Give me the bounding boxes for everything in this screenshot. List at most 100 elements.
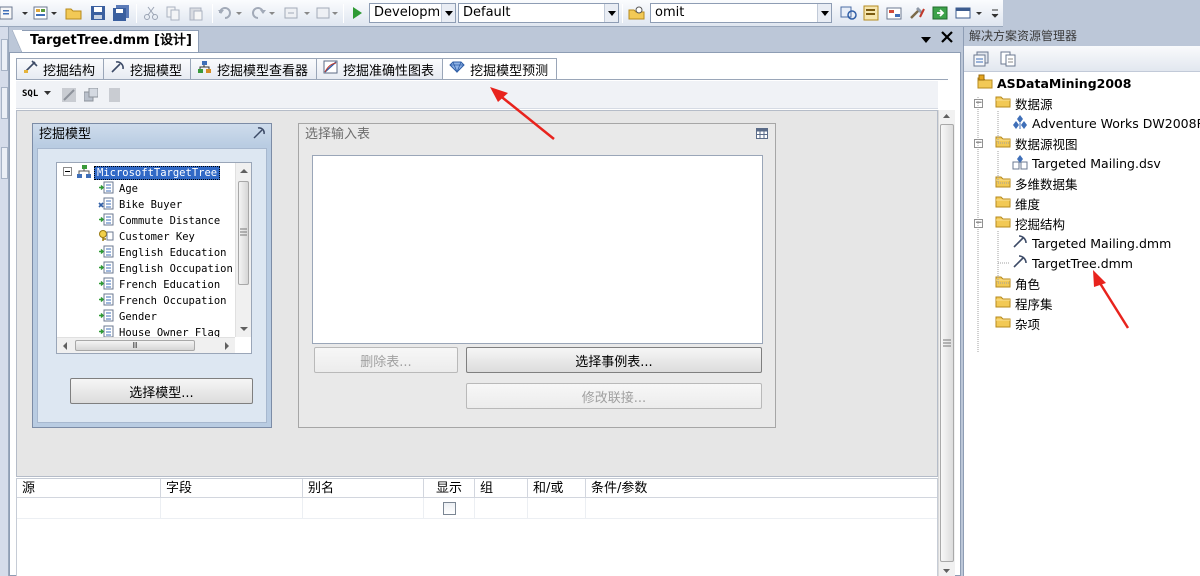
undo-icon[interactable] — [217, 4, 245, 22]
column-header-criteria[interactable]: 条件/参数 — [586, 479, 930, 498]
designer-scroll-thumb[interactable] — [940, 124, 954, 562]
tab-mining-structure[interactable]: 挖掘结构 — [16, 58, 104, 80]
save-icon[interactable] — [88, 4, 108, 22]
select-model-button[interactable]: 选择模型... — [70, 378, 253, 404]
column-header-and-or[interactable]: 和/或 — [528, 479, 586, 498]
modify-join-button[interactable]: 修改联接... — [466, 383, 762, 409]
tree-horizontal-scrollbar[interactable]: Ⅲ — [57, 337, 235, 353]
command-window-icon[interactable] — [955, 4, 985, 22]
list-item[interactable]: Commute Distance — [98, 213, 220, 229]
grid-cell-and-or[interactable] — [528, 498, 586, 519]
start-page-icon[interactable] — [931, 4, 951, 22]
solution-platform-combo[interactable]: Default — [458, 3, 619, 23]
copy-icon[interactable] — [164, 4, 182, 22]
column-header-source[interactable]: 源 — [17, 479, 161, 498]
grid-cell-show[interactable] — [424, 498, 475, 519]
save-all-icon[interactable] — [111, 4, 131, 22]
tab-mining-model-viewer[interactable]: 挖掘模型查看器 — [190, 58, 317, 80]
grid-cell-source[interactable] — [17, 498, 161, 519]
tree-vertical-scrollbar[interactable] — [235, 163, 251, 337]
scroll-right-icon[interactable] — [219, 338, 235, 354]
list-item[interactable]: Targeted Mailing.dmm — [1012, 233, 1171, 253]
grid-cell-alias[interactable] — [303, 498, 424, 519]
list-item[interactable]: Customer Key — [98, 229, 195, 245]
sql-view-switch[interactable]: SQL — [22, 89, 51, 99]
object-browser-icon[interactable] — [885, 4, 905, 22]
select-case-table-button[interactable]: 选择事例表... — [466, 347, 762, 373]
select-model-button-label: 选择模型... — [129, 385, 194, 401]
tab-mining-accuracy-chart[interactable]: 挖掘准确性图表 — [316, 58, 443, 80]
list-item[interactable]: Targeted Mailing.dsv — [1012, 153, 1161, 173]
tree-root-row[interactable]: MicrosoftTargetTree — [63, 165, 221, 181]
navigate-backward-icon[interactable] — [284, 4, 314, 22]
grid-cell-criteria[interactable] — [586, 498, 930, 519]
singleton-query-icon[interactable] — [83, 87, 99, 105]
column-header-alias[interactable]: 别名 — [303, 479, 424, 498]
input-column-icon — [98, 261, 114, 277]
run-query-icon[interactable] — [109, 88, 120, 105]
list-item[interactable]: Adventure Works DW2008R2 — [1012, 113, 1200, 133]
list-item[interactable]: French Education — [98, 277, 220, 293]
properties-icon[interactable] — [973, 51, 989, 70]
add-project-icon[interactable] — [33, 4, 59, 22]
solution-configuration-combo[interactable]: Developmer — [369, 3, 456, 23]
close-icon[interactable] — [941, 31, 953, 46]
grid-header: 源 字段 别名 显示 组 和/或 条件/参数 — [17, 479, 937, 498]
window-position-dropdown-icon[interactable] — [921, 32, 931, 46]
add-item-icon[interactable] — [0, 4, 30, 22]
start-debugging-icon[interactable] — [348, 4, 366, 22]
list-item[interactable]: TargetTree.dmm — [1012, 253, 1133, 273]
find-in-files-icon[interactable] — [626, 4, 648, 22]
list-item[interactable]: English Education — [98, 245, 226, 261]
tree-guide-lines — [977, 97, 1010, 353]
list-item[interactable]: Bike Buyer — [98, 197, 182, 213]
column-header-field[interactable]: 字段 — [161, 479, 303, 498]
autohide-tab-properties[interactable] — [1, 147, 8, 179]
scroll-up-icon[interactable] — [939, 110, 954, 122]
collapse-icon[interactable] — [63, 167, 72, 179]
find-combo[interactable]: omit — [650, 3, 832, 23]
toolbox-icon[interactable] — [908, 4, 928, 22]
tree-item-label: Targeted Mailing.dsv — [1032, 155, 1161, 171]
mining-model-tree[interactable]: MicrosoftTargetTree Age Bike Buyer Commute… — [56, 162, 252, 354]
delete-table-button[interactable]: 删除表... — [314, 347, 458, 373]
mining-model-panel-title: 挖掘模型 — [33, 124, 271, 146]
document-tab[interactable]: TargetTree.dmm [设计] — [12, 30, 199, 53]
show-all-files-icon[interactable] — [1000, 51, 1016, 70]
designer-vertical-scrollbar[interactable] — [938, 110, 955, 576]
tab-mining-model-prediction[interactable]: 挖掘模型预测 — [442, 58, 558, 80]
list-item[interactable]: Age — [98, 181, 138, 197]
open-folder-icon[interactable] — [64, 4, 84, 22]
model-viewer-icon — [197, 60, 212, 78]
key-column-icon — [98, 229, 114, 245]
toolbar-options-icon[interactable] — [989, 4, 1001, 22]
tree-hscroll-thumb[interactable]: Ⅲ — [75, 340, 195, 351]
result-view-icon[interactable] — [62, 88, 76, 105]
scroll-down-icon[interactable] — [236, 321, 252, 337]
autohide-tab-server-explorer[interactable] — [1, 39, 8, 71]
list-item[interactable]: English Occupation — [98, 261, 233, 277]
solution-explorer-icon[interactable] — [839, 4, 859, 22]
table-row[interactable] — [17, 498, 937, 519]
redo-icon[interactable] — [250, 4, 278, 22]
tree-scroll-thumb[interactable] — [238, 181, 249, 285]
dropdown-arrow-icon — [817, 4, 831, 22]
properties-window-icon[interactable] — [862, 4, 882, 22]
show-checkbox[interactable] — [442, 502, 456, 515]
scroll-up-icon[interactable] — [236, 163, 252, 179]
scroll-left-icon[interactable] — [57, 338, 73, 354]
tab-mining-models[interactable]: 挖掘模型 — [103, 58, 191, 80]
autohide-tab-toolbox[interactable] — [1, 87, 8, 119]
cut-icon[interactable] — [142, 4, 160, 22]
scroll-down-icon[interactable] — [939, 565, 954, 576]
grid-cell-group[interactable] — [475, 498, 528, 519]
list-item[interactable]: Gender — [98, 309, 157, 325]
navigate-forward-icon[interactable] — [316, 4, 338, 22]
column-header-show[interactable]: 显示 — [424, 479, 475, 498]
input-table-list[interactable] — [312, 155, 763, 344]
grid-cell-field[interactable] — [161, 498, 303, 519]
column-label: Gender — [119, 311, 157, 323]
column-header-group[interactable]: 组 — [475, 479, 528, 498]
list-item[interactable]: French Occupation — [98, 293, 226, 309]
paste-icon[interactable] — [187, 4, 205, 22]
